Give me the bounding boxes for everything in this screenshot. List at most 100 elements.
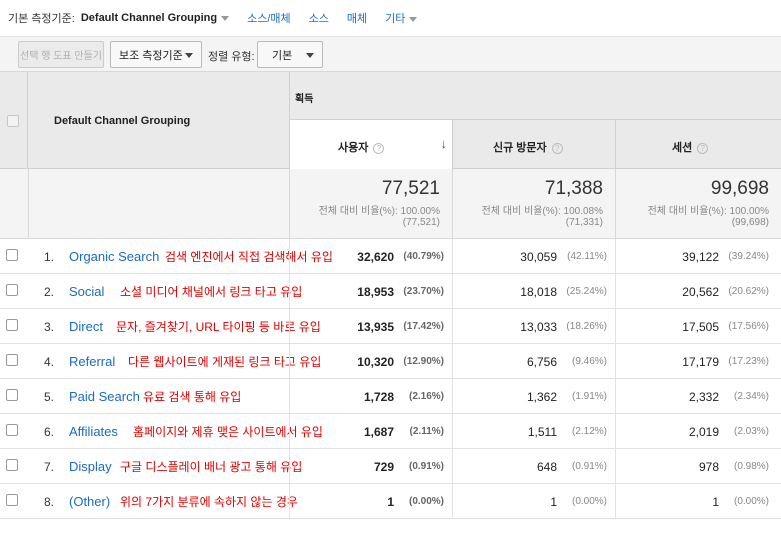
channel-annotation: 위의 7가지 분류에 속하지 않는 경우 [120,493,298,510]
row-number: 5. [44,390,55,404]
row-checkbox[interactable] [6,389,18,401]
row-number: 8. [44,495,55,509]
row-checkbox[interactable] [6,284,18,296]
secondary-dimension-label: 보조 측정기준 [119,49,183,62]
users-percent: (0.00%) [408,496,444,507]
row-checkbox[interactable] [6,494,18,506]
users-value: 18,953 [357,285,394,299]
dimension-other-dropdown[interactable]: 기타 [385,10,418,26]
help-icon[interactable]: ? [697,142,709,154]
total-value: 77,521 [381,178,440,199]
table-row: 4. Referral 다른 웹사이트에 게재된 링크 타고 유입 10,320… [0,344,781,379]
sessions-cell: 978 (0.98%) [615,449,781,484]
column-header-users[interactable]: 사용자? ↓ [289,120,452,169]
new-users-cell: 1,511 (2.12%) [452,414,615,449]
total-value: 99,698 [710,178,769,199]
row-number: 1. [44,250,55,264]
dimension-link-source[interactable]: 소스 [309,10,329,26]
chevron-down-icon[interactable] [221,15,230,21]
channel-link[interactable]: Display [69,459,112,474]
primary-dimension-label: 기본 측정기준: [8,13,75,25]
row-checkbox[interactable] [6,249,18,261]
channel-link[interactable]: Direct [69,319,103,334]
row-checkbox[interactable] [6,424,18,436]
sessions-percent: (17.56%) [728,321,769,332]
sessions-value: 2,332 [688,390,719,404]
dimension-other-label: 기타 [385,13,406,25]
channel-link[interactable]: Referral [69,354,115,369]
channel-link[interactable]: Affiliates [69,424,118,439]
table-row: 8. (Other) 위의 7가지 분류에 속하지 않는 경우 1 (0.00%)… [0,484,781,519]
users-percent: (12.90%) [403,356,444,367]
new-users-value: 30,059 [520,250,557,264]
sort-descending-icon[interactable]: ↓ [441,136,448,151]
table-row: 1. Organic Search 검색 엔진에서 직접 검색해서 유입 32,… [0,239,781,274]
row-checkbox[interactable] [6,354,18,366]
header-checkbox-column [0,72,28,169]
column-header-sessions[interactable]: 세션? [615,120,781,169]
users-percent: (2.11%) [409,426,444,437]
users-value: 13,935 [357,320,394,334]
users-value: 1,687 [363,425,394,439]
new-users-percent: (9.46%) [571,356,607,367]
dimension-column-header[interactable]: Default Channel Grouping [54,115,190,127]
new-users-percent: (18.26%) [566,321,607,332]
channel-link[interactable]: Organic Search [69,249,159,264]
sessions-percent: (39.24%) [728,251,769,262]
new-users-cell: 648 (0.91%) [452,449,615,484]
dimension-link-medium[interactable]: 매체 [347,10,367,26]
sessions-cell: 17,179 (17.23%) [615,344,781,379]
new-users-cell: 30,059 (42.11%) [452,239,615,274]
users-cell: 32,620 (40.79%) [289,239,452,274]
users-cell: 1 (0.00%) [289,484,452,519]
table-row: 7. Display 구글 디스플레이 배너 광고 통해 유입 729 (0.91… [0,449,781,484]
dimension-link-source-medium[interactable]: 소스/매체 [247,10,291,26]
users-value: 729 [373,460,394,474]
channel-link[interactable]: Paid Search [69,389,140,404]
sessions-percent: (20.62%) [728,286,769,297]
row-number: 2. [44,285,55,299]
channel-link[interactable]: Social [69,284,104,299]
table-row: 6. Affiliates 홈페이지와 제휴 맺은 사이트에서 유입 1,687… [0,414,781,449]
select-all-checkbox[interactable] [7,115,19,127]
users-cell: 1,728 (2.16%) [289,379,452,414]
sessions-header-label: 세션 [672,142,693,154]
users-percent: (23.70%) [403,286,444,297]
new-users-percent: (0.91%) [571,461,607,472]
chevron-down-icon [409,16,418,22]
users-percent: (0.91%) [408,461,444,472]
total-new-users: 71,388 전체 대비 비율(%): 100.08% (71,331) [452,169,615,239]
new-users-value: 1,362 [526,390,557,404]
channel-link[interactable]: (Other) [69,494,110,509]
primary-dimension-selected[interactable]: Default Channel Grouping [81,12,217,24]
plot-rows-button[interactable]: 선택 행 도표 만들기 [18,41,104,68]
sessions-value: 39,122 [682,250,719,264]
secondary-dimension-dropdown[interactable]: 보조 측정기준 [110,41,202,68]
total-percent: 전체 대비 비율(%): 100.00% [318,206,440,217]
table-row: 2. Social 소셜 미디어 채널에서 링크 타고 유입 18,953 (23… [0,274,781,309]
users-cell: 18,953 (23.70%) [289,274,452,309]
sessions-cell: 20,562 (20.62%) [615,274,781,309]
total-users: 77,521 전체 대비 비율(%): 100.00% (77,521) [289,169,452,239]
new-users-value: 13,033 [520,320,557,334]
row-number: 7. [44,460,55,474]
new-users-cell: 13,033 (18.26%) [452,309,615,344]
row-checkbox[interactable] [6,459,18,471]
users-percent: (2.16%) [408,391,444,402]
new-users-cell: 6,756 (9.46%) [452,344,615,379]
new-users-value: 6,756 [526,355,557,369]
sort-type-label: 정렬 유형: [208,51,255,63]
help-icon[interactable]: ? [551,142,563,154]
help-icon[interactable]: ? [373,142,385,154]
row-checkbox[interactable] [6,319,18,331]
total-base: (77,521) [402,217,440,228]
sort-type-dropdown[interactable]: 기본 [257,41,323,68]
new-users-header-label: 신규 방문자 [493,142,547,154]
users-header-label: 사용자 [338,142,369,154]
new-users-percent: (42.11%) [567,251,607,262]
table-header: Default Channel Grouping 획득 사용자? ↓ 신규 방문… [0,72,781,169]
column-header-new-users[interactable]: 신규 방문자? [452,120,615,169]
sessions-value: 1 [712,495,719,509]
users-cell: 10,320 (12.90%) [289,344,452,379]
total-percent: 전체 대비 비율(%): 100.08% [481,206,603,217]
